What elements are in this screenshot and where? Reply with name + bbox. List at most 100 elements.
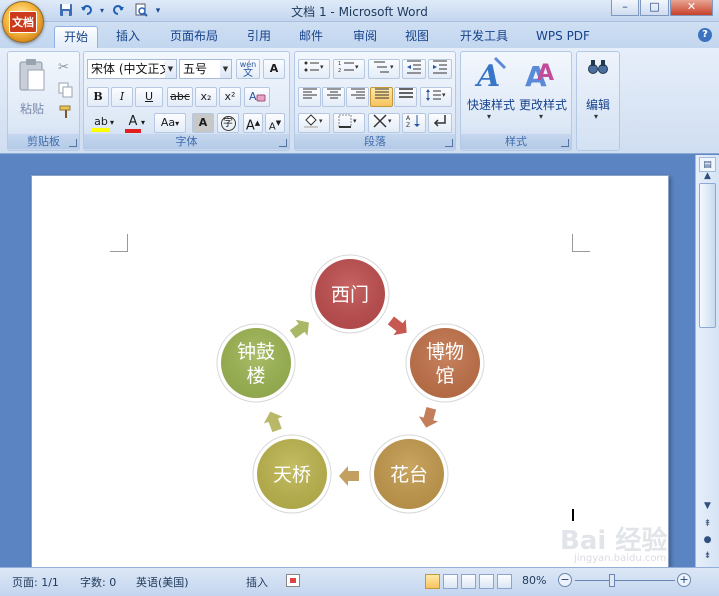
font-name-select[interactable]: 宋体 (中文正文) ▼	[87, 59, 177, 79]
node-label-line2: 馆	[435, 365, 454, 387]
svg-text:2: 2	[338, 68, 341, 74]
zoom-out-icon[interactable]: −	[558, 573, 572, 587]
clear-format-button[interactable]: A	[244, 87, 270, 107]
draft-view-icon[interactable]	[497, 574, 512, 589]
align-right-button[interactable]	[346, 87, 369, 107]
paragraph-launcher-icon[interactable]	[445, 139, 453, 147]
tab-review[interactable]: 审阅	[344, 26, 386, 48]
page-count[interactable]: 页面: 1/1	[12, 574, 59, 590]
editing-group[interactable]: 编辑 ▾	[576, 51, 620, 151]
tab-wps-pdf[interactable]: WPS PDF	[528, 26, 598, 48]
cycle-diagram[interactable]: 西门 博物 馆 花台 天桥 钟鼓 楼	[32, 176, 670, 576]
tab-insert[interactable]: 插入	[108, 26, 148, 48]
insert-mode[interactable]: 插入	[246, 574, 268, 590]
increase-indent-button[interactable]	[428, 59, 452, 79]
svg-text:1: 1	[338, 61, 341, 67]
font-color-button[interactable]: A ▾	[120, 113, 150, 133]
distributed-icon	[398, 88, 413, 98]
shading-button[interactable]: ▾	[298, 113, 330, 133]
binoculars-icon	[588, 60, 608, 74]
web-layout-view-icon[interactable]	[461, 574, 476, 589]
zoom-level[interactable]: 80%	[522, 574, 546, 587]
node-huatai[interactable]: 花台	[369, 434, 449, 514]
title-bar: 文档 ▾ ▾ 文档 1 - Microsoft Word – □ ✕	[0, 0, 719, 43]
format-painter-icon[interactable]	[58, 104, 74, 120]
font-launcher-icon[interactable]	[279, 139, 287, 147]
tab-home[interactable]: 开始	[54, 26, 98, 48]
paint-bucket-icon: ▾	[304, 114, 323, 128]
node-ximen[interactable]: 西门	[310, 254, 390, 334]
decrease-indent-button[interactable]	[402, 59, 426, 79]
previous-page-icon[interactable]: ⇞	[699, 517, 716, 532]
cut-icon[interactable]: ✂	[58, 60, 74, 76]
office-button[interactable]: 文档	[2, 1, 44, 43]
print-layout-view-icon[interactable]	[425, 574, 440, 589]
change-styles-button[interactable]: A A 更改样式 ▾	[517, 56, 569, 126]
zoom-in-icon[interactable]: +	[677, 573, 691, 587]
quick-styles-button[interactable]: A 快速样式 ▾	[465, 56, 517, 126]
copy-icon[interactable]	[58, 82, 74, 98]
styles-launcher-icon[interactable]	[561, 139, 569, 147]
scroll-thumb[interactable]	[699, 183, 716, 328]
node-bell-drum-tower[interactable]: 钟鼓 楼	[216, 323, 296, 403]
tab-references[interactable]: 引用	[238, 26, 280, 48]
tab-mailings[interactable]: 邮件	[290, 26, 332, 48]
word-count[interactable]: 字数: 0	[80, 574, 116, 590]
language-indicator[interactable]: 英语(美国)	[136, 574, 189, 590]
node-museum[interactable]: 博物 馆	[405, 323, 485, 403]
macro-record-icon[interactable]	[286, 574, 300, 587]
change-styles-icon: A A	[525, 60, 554, 93]
grow-font-button[interactable]: A▲	[243, 113, 263, 134]
full-screen-reading-view-icon[interactable]	[443, 574, 458, 589]
align-center-button[interactable]	[322, 87, 345, 107]
node-tianqiao[interactable]: 天桥	[252, 434, 332, 514]
numbering-button[interactable]: 1 2 ▾	[333, 59, 365, 79]
increase-indent-icon	[433, 60, 447, 74]
svg-text:A: A	[406, 115, 411, 122]
change-case-button[interactable]: Aa▾	[154, 113, 186, 133]
align-left-button[interactable]	[298, 87, 321, 107]
font-size-select[interactable]: 五号 ▼	[179, 59, 232, 79]
zoom-slider-track[interactable]	[575, 580, 675, 581]
bold-button[interactable]: B	[87, 87, 109, 107]
select-browse-object-icon[interactable]: ●	[699, 533, 716, 548]
zoom-slider-thumb[interactable]	[609, 574, 615, 587]
return-icon	[433, 115, 446, 127]
chinese-layout-button[interactable]: ▾	[368, 113, 400, 133]
show-marks-button[interactable]	[428, 113, 452, 133]
justify-button[interactable]	[370, 87, 393, 107]
next-page-icon[interactable]: ⇟	[699, 549, 716, 564]
underline-button[interactable]: U	[135, 87, 163, 107]
enclose-char-button[interactable]: 字	[217, 113, 239, 133]
minimize-button[interactable]: –	[611, 0, 639, 16]
multilevel-list-button[interactable]: ▾	[368, 59, 400, 79]
line-spacing-button[interactable]: ▾	[420, 87, 452, 107]
superscript-button[interactable]: x²	[219, 87, 241, 107]
maximize-button[interactable]: □	[640, 0, 669, 16]
outline-view-icon[interactable]	[479, 574, 494, 589]
tab-view[interactable]: 视图	[396, 26, 438, 48]
clipboard-launcher-icon[interactable]	[69, 139, 77, 147]
shrink-font-button[interactable]: A▼	[265, 113, 285, 133]
strikethrough-button[interactable]: abc	[167, 87, 193, 107]
scroll-up-icon[interactable]: ▲	[699, 169, 716, 184]
italic-button[interactable]: I	[111, 87, 133, 107]
vertical-scrollbar[interactable]: ▤ ▲ ▼ ⇞ ● ⇟	[695, 155, 719, 567]
char-border-button[interactable]: A	[263, 59, 285, 79]
borders-button[interactable]: ▾	[333, 113, 365, 133]
scroll-down-icon[interactable]: ▼	[699, 499, 716, 514]
distributed-button[interactable]	[394, 87, 417, 107]
close-button[interactable]: ✕	[670, 0, 713, 16]
tab-page-layout[interactable]: 页面布局	[162, 26, 226, 48]
help-icon[interactable]: ?	[698, 28, 712, 42]
phonetic-guide-button[interactable]: wén 文	[236, 59, 260, 79]
tab-developer[interactable]: 开发工具	[452, 26, 516, 48]
bullets-button[interactable]: ▾	[298, 59, 330, 79]
document-page[interactable]: 西门 博物 馆 花台 天桥 钟鼓 楼	[31, 175, 669, 575]
highlight-button[interactable]: ab ▾	[87, 113, 119, 133]
svg-text:▾: ▾	[319, 117, 323, 125]
char-shading-button[interactable]: A	[192, 113, 214, 133]
sort-button[interactable]: AZ	[402, 113, 426, 133]
subscript-button[interactable]: x₂	[195, 87, 217, 107]
paste-button[interactable]: 粘贴	[16, 58, 48, 120]
